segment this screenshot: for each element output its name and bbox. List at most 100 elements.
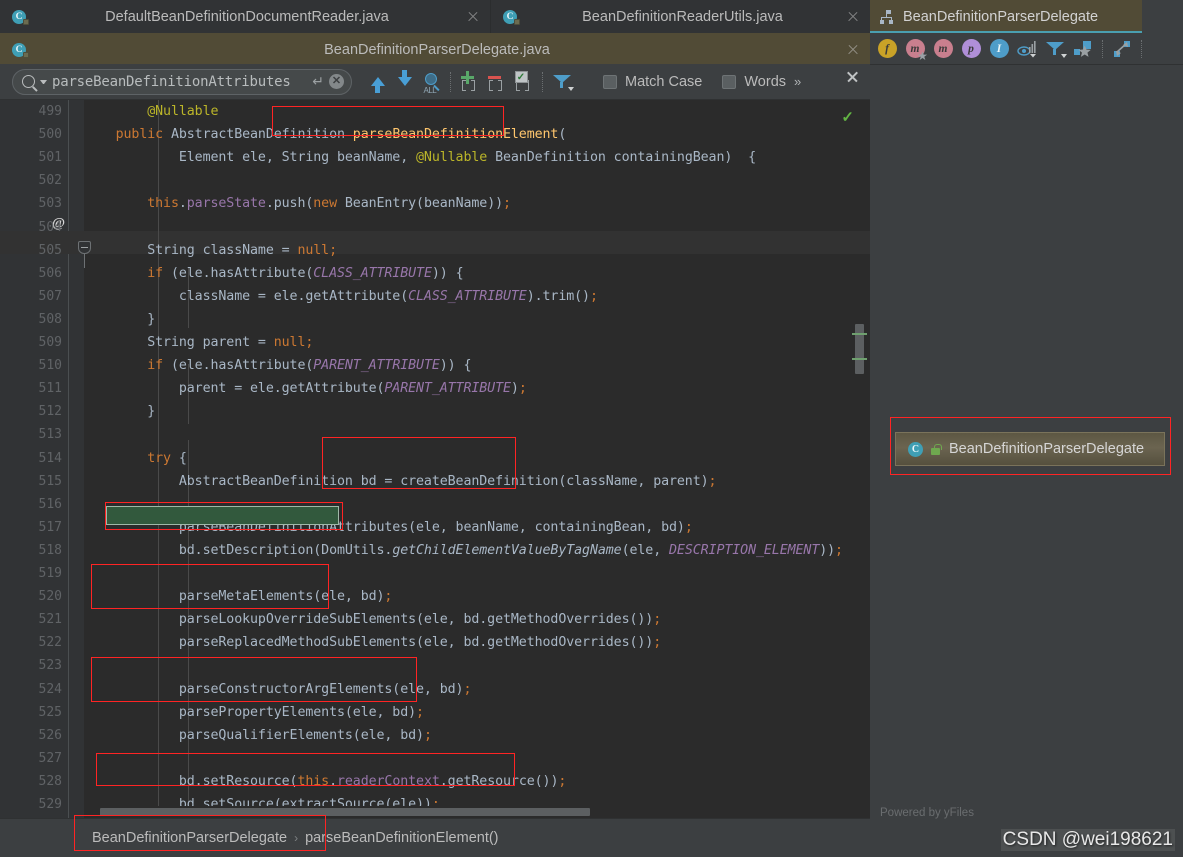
- eye-bars-icon: [1017, 40, 1036, 57]
- annotation-box-parse-constructor-args: [91, 657, 417, 702]
- inspection-status-icon[interactable]: ✓: [841, 108, 854, 126]
- search-icon: [22, 75, 35, 88]
- clear-icon[interactable]: ✕: [329, 74, 344, 89]
- code-line[interactable]: parseReplacedMethodSubElements(ele, bd.g…: [84, 635, 661, 650]
- close-icon[interactable]: [846, 10, 860, 24]
- chevron-down-icon[interactable]: [40, 79, 47, 84]
- code-editor[interactable]: @ 499 @Nullable 500 public AbstractBeanDe…: [0, 100, 870, 818]
- java-class-icon: C: [12, 42, 29, 58]
- words-label: Words: [744, 73, 787, 90]
- code-line[interactable]: try {: [84, 451, 187, 466]
- inner-class-glyph: I: [989, 39, 1009, 58]
- checkbox-icon[interactable]: [722, 74, 737, 89]
- code-line[interactable]: this.parseState.push(new BeanEntry(beanN…: [84, 196, 511, 211]
- editor-tab-beandefinitionreaderutils[interactable]: C BeanDefinitionReaderUtils.java: [491, 0, 870, 33]
- line-number: 527: [38, 750, 62, 766]
- line-number: 525: [38, 704, 62, 720]
- occurrence-marker[interactable]: [852, 333, 867, 335]
- close-icon[interactable]: [846, 43, 860, 57]
- breadcrumb-class[interactable]: BeanDefinitionParserDelegate: [92, 830, 287, 846]
- close-find-toolbar-button[interactable]: [845, 69, 860, 84]
- line-number: 510: [38, 358, 62, 374]
- funnel-icon: [1046, 40, 1067, 58]
- horizontal-scrollbar-track[interactable]: [84, 806, 870, 818]
- more-options-icon[interactable]: »: [794, 74, 801, 89]
- editor-tab-row-bottom: C BeanDefinitionParserDelegate.java: [0, 33, 870, 66]
- select-all-selection-icon: ✓: [513, 70, 535, 92]
- code-line[interactable]: }: [84, 404, 155, 419]
- arrow-down-icon: [397, 70, 412, 86]
- code-line[interactable]: parseQualifierElements(ele, bd);: [84, 728, 432, 743]
- field-glyph: f: [877, 39, 897, 58]
- code-line[interactable]: parent = ele.getAttribute(PARENT_ATTRIBU…: [84, 381, 527, 396]
- filter-icon[interactable]: [1044, 38, 1067, 60]
- line-number: 509: [38, 335, 62, 350]
- search-input[interactable]: parseBeanDefinitionAttributes ↵ ✕: [12, 68, 352, 95]
- previous-occurrence-button[interactable]: [364, 68, 391, 95]
- remove-occurrence-button[interactable]: [483, 68, 510, 95]
- ide-window: C DefaultBeanDefinitionDocumentReader.ja…: [0, 0, 1183, 857]
- uml-class-node[interactable]: C BeanDefinitionParserDelegate: [895, 432, 1165, 466]
- line-number: 515: [38, 473, 62, 489]
- show-categories-icon[interactable]: [1072, 38, 1094, 60]
- show-properties-icon[interactable]: p: [960, 38, 982, 60]
- occurrence-marker[interactable]: [852, 358, 867, 360]
- code-line[interactable]: Element ele, String beanName, @Nullable …: [84, 150, 756, 165]
- enter-icon[interactable]: ↵: [312, 73, 324, 90]
- remove-selection-icon: [486, 72, 508, 92]
- breadcrumb-method[interactable]: parseBeanDefinitionElement(): [305, 830, 498, 846]
- breadcrumb: BeanDefinitionParserDelegate › parseBean…: [0, 818, 870, 857]
- horizontal-scrollbar-thumb[interactable]: [100, 808, 590, 816]
- yfiles-watermark: Powered by yFiles: [880, 807, 974, 819]
- line-number: 501: [38, 150, 62, 166]
- code-line[interactable]: String parent = null;: [84, 335, 313, 350]
- toolbar-divider: [542, 71, 543, 92]
- line-number: 524: [38, 681, 62, 697]
- filter-search-button[interactable]: [548, 68, 575, 95]
- star-icon: ★: [917, 48, 928, 63]
- line-number: 507: [38, 288, 62, 304]
- line-number: 528: [38, 773, 62, 789]
- line-number: 518: [38, 542, 62, 558]
- code-line[interactable]: className = ele.getAttribute(CLASS_ATTRI…: [84, 289, 598, 304]
- line-number: 511: [38, 381, 62, 397]
- toolbar-divider: [1102, 39, 1103, 58]
- code-line[interactable]: bd.setDescription(DomUtils.getChildEleme…: [84, 543, 843, 558]
- lock-icon: [931, 443, 942, 455]
- find-all-button[interactable]: ALL: [418, 68, 445, 95]
- add-selection-icon: [459, 70, 481, 92]
- code-line[interactable]: if (ele.hasAttribute(PARENT_ATTRIBUTE)) …: [84, 358, 471, 373]
- vertical-scrollbar-thumb[interactable]: [855, 324, 864, 374]
- editor-tab-beandefinitionparserdelegate[interactable]: C BeanDefinitionParserDelegate.java: [0, 33, 870, 66]
- code-line[interactable]: parsePropertyElements(ele, bd);: [84, 705, 424, 720]
- arrow-up-icon: [370, 77, 385, 93]
- uml-diagram-canvas[interactable]: C BeanDefinitionParserDelegate Powered b…: [870, 65, 1183, 857]
- annotation-box-parse-meta: [91, 564, 329, 609]
- show-non-public-methods-icon[interactable]: m ★: [904, 38, 928, 63]
- next-occurrence-button[interactable]: [391, 68, 418, 95]
- search-match-highlight: [106, 506, 339, 525]
- line-number: 514: [38, 450, 62, 466]
- add-occurrence-button[interactable]: [456, 68, 483, 95]
- show-dependencies-icon[interactable]: [1016, 38, 1038, 60]
- uml-panel-tab[interactable]: BeanDefinitionParserDelegate: [870, 0, 1142, 33]
- show-inner-classes-icon[interactable]: I: [988, 38, 1010, 60]
- line-number: 504: [38, 219, 62, 235]
- select-all-occurrences-button[interactable]: ✓: [510, 68, 537, 95]
- code-line[interactable]: if (ele.hasAttribute(CLASS_ATTRIBUTE)) {: [84, 266, 463, 281]
- show-methods-icon[interactable]: m: [932, 38, 954, 60]
- uml-panel-toolbar: f m ★ m p I: [870, 33, 1183, 65]
- code-line[interactable]: parseLookupOverrideSubElements(ele, bd.g…: [84, 612, 661, 627]
- code-line[interactable]: @Nullable: [84, 104, 218, 119]
- code-line[interactable]: String className = null;: [84, 243, 337, 258]
- search-input-value[interactable]: parseBeanDefinitionAttributes: [52, 74, 307, 90]
- editor-tab-defaultbeandefinitiondocumentreader[interactable]: C DefaultBeanDefinitionDocumentReader.ja…: [0, 0, 490, 33]
- show-fields-icon[interactable]: f: [876, 38, 898, 60]
- fit-content-icon[interactable]: [1111, 38, 1133, 60]
- words-checkbox[interactable]: Words »: [722, 74, 801, 90]
- toolbar-divider: [450, 71, 451, 92]
- close-icon[interactable]: [466, 10, 480, 24]
- code-line[interactable]: }: [84, 312, 155, 327]
- match-case-checkbox[interactable]: Match Case: [603, 74, 702, 90]
- checkbox-icon[interactable]: [603, 74, 617, 89]
